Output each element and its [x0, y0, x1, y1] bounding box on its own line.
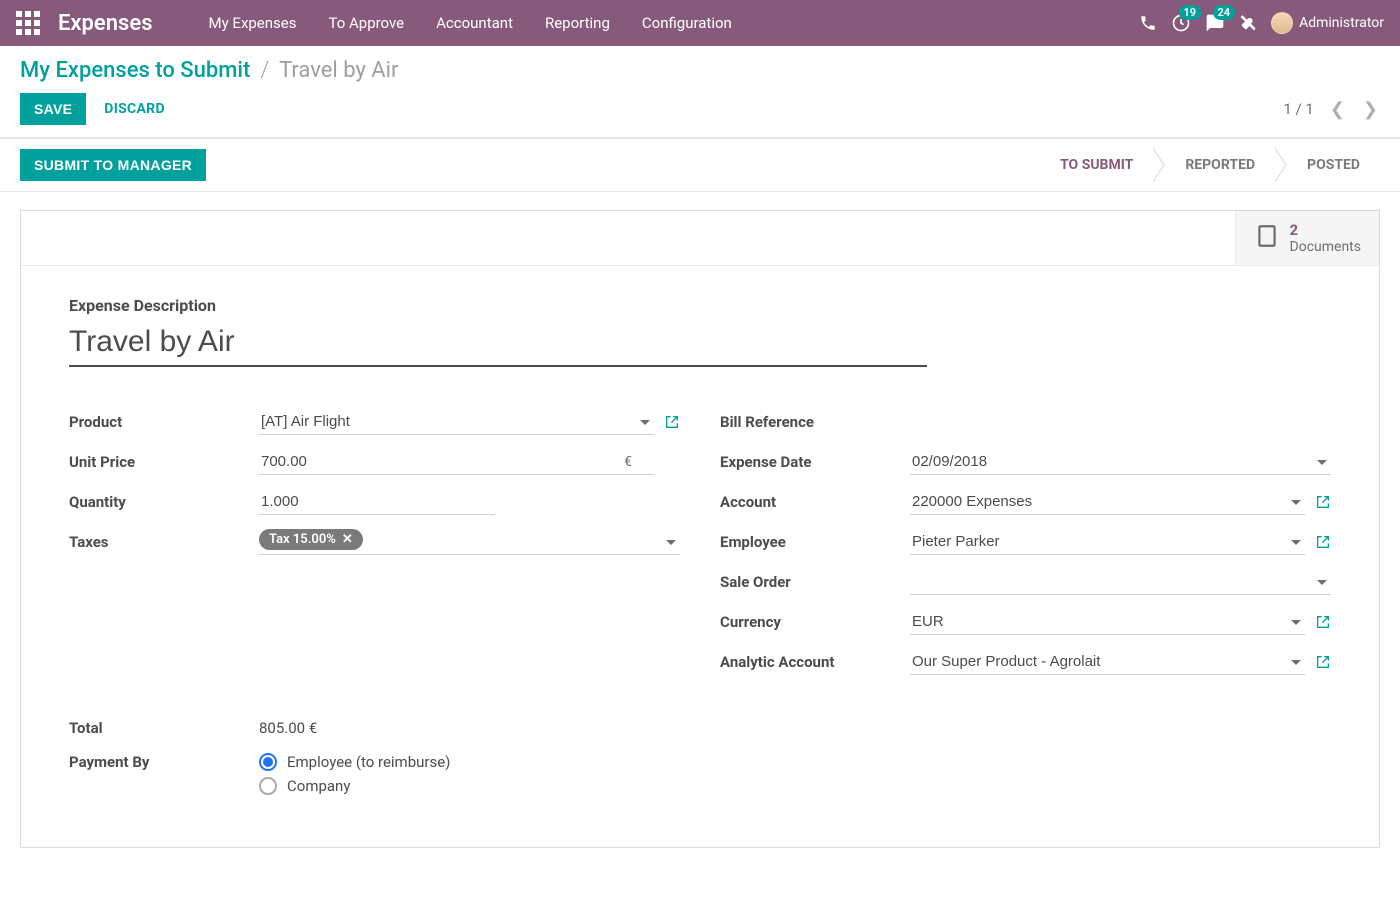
- status-posted[interactable]: POSTED: [1277, 139, 1382, 191]
- nav-to-approve[interactable]: To Approve: [312, 14, 420, 32]
- tools-icon[interactable]: [1239, 14, 1257, 32]
- tax-chip[interactable]: Tax 15.00% ✕: [259, 529, 363, 550]
- control-panel: My Expenses to Submit / Travel by Air SA…: [0, 46, 1400, 138]
- avatar: [1271, 12, 1293, 34]
- unit-price-input[interactable]: [259, 449, 654, 475]
- date-label: Expense Date: [720, 453, 910, 471]
- pager-next-icon[interactable]: ❯: [1361, 99, 1380, 120]
- account-input[interactable]: [910, 489, 1305, 515]
- employee-label: Employee: [720, 533, 910, 551]
- currency-label: Currency: [720, 613, 910, 631]
- product-input[interactable]: [259, 409, 654, 435]
- analytic-label: Analytic Account: [720, 653, 910, 671]
- breadcrumb-current: Travel by Air: [279, 58, 398, 83]
- notif-badge: 19: [1179, 5, 1202, 20]
- analytic-external-link-icon[interactable]: [1315, 654, 1331, 670]
- status-to-submit[interactable]: TO SUBMIT: [1030, 139, 1155, 191]
- currency-suffix: €: [624, 454, 632, 470]
- user-name: Administrator: [1299, 15, 1384, 31]
- analytic-input[interactable]: [910, 649, 1305, 675]
- app-title[interactable]: Expenses: [58, 11, 153, 36]
- employee-external-link-icon[interactable]: [1315, 534, 1331, 550]
- sale-order-label: Sale Order: [720, 573, 910, 591]
- total-label: Total: [69, 719, 259, 737]
- date-input[interactable]: [910, 449, 1331, 475]
- nav-accountant[interactable]: Accountant: [420, 14, 529, 32]
- nav-configuration[interactable]: Configuration: [626, 14, 748, 32]
- tax-chip-remove-icon[interactable]: ✕: [342, 532, 353, 547]
- pager-text: 1 / 1: [1283, 100, 1314, 118]
- account-external-link-icon[interactable]: [1315, 494, 1331, 510]
- breadcrumb: My Expenses to Submit / Travel by Air: [20, 58, 1380, 83]
- payment-company-label: Company: [287, 777, 350, 795]
- apps-icon[interactable]: [16, 11, 40, 35]
- tax-chip-label: Tax 15.00%: [269, 532, 336, 547]
- status-reported[interactable]: REPORTED: [1155, 139, 1277, 191]
- total-value: 805.00 €: [259, 719, 317, 737]
- discard-button[interactable]: DISCARD: [104, 101, 165, 117]
- nav-reporting[interactable]: Reporting: [529, 14, 626, 32]
- sale-order-input[interactable]: [910, 569, 1331, 595]
- status-bar: SUBMIT TO MANAGER TO SUBMIT REPORTED POS…: [0, 138, 1400, 192]
- form-sheet: 2 Documents Expense Description Product: [20, 210, 1380, 848]
- submit-to-manager-button[interactable]: SUBMIT TO MANAGER: [20, 149, 206, 181]
- unit-price-label: Unit Price: [69, 453, 259, 471]
- documents-label: Documents: [1290, 239, 1361, 255]
- desc-label: Expense Description: [69, 296, 1331, 315]
- nav-my-expenses[interactable]: My Expenses: [193, 14, 313, 32]
- product-label: Product: [69, 413, 259, 431]
- documents-button[interactable]: 2 Documents: [1235, 211, 1379, 265]
- user-menu[interactable]: Administrator: [1271, 12, 1384, 34]
- bill-ref-label: Bill Reference: [720, 413, 910, 431]
- phone-icon[interactable]: [1139, 14, 1157, 32]
- product-external-link-icon[interactable]: [664, 414, 680, 430]
- documents-count: 2: [1290, 221, 1361, 239]
- pager-prev-icon[interactable]: ❮: [1328, 99, 1347, 120]
- topnav: Expenses My Expenses To Approve Accounta…: [0, 0, 1400, 46]
- currency-input[interactable]: [910, 609, 1305, 635]
- account-label: Account: [720, 493, 910, 511]
- breadcrumb-sep: /: [260, 58, 269, 83]
- payment-company-radio[interactable]: [259, 777, 277, 795]
- quantity-input[interactable]: [259, 489, 495, 515]
- chevron-down-icon: [666, 540, 676, 545]
- msg-badge: 24: [1213, 5, 1236, 20]
- save-button[interactable]: SAVE: [20, 93, 86, 125]
- payment-employee-radio[interactable]: [259, 753, 277, 771]
- employee-input[interactable]: [910, 529, 1305, 555]
- clock-icon[interactable]: 19: [1171, 13, 1191, 33]
- currency-external-link-icon[interactable]: [1315, 614, 1331, 630]
- book-icon: [1254, 223, 1280, 253]
- pager: 1 / 1 ❮ ❯: [1283, 99, 1380, 120]
- breadcrumb-back[interactable]: My Expenses to Submit: [20, 58, 250, 83]
- quantity-label: Quantity: [69, 493, 259, 511]
- messages-icon[interactable]: 24: [1205, 13, 1225, 33]
- taxes-label: Taxes: [69, 533, 259, 551]
- payment-by-label: Payment By: [69, 753, 259, 771]
- desc-input[interactable]: [69, 323, 927, 367]
- payment-employee-label: Employee (to reimburse): [287, 753, 450, 771]
